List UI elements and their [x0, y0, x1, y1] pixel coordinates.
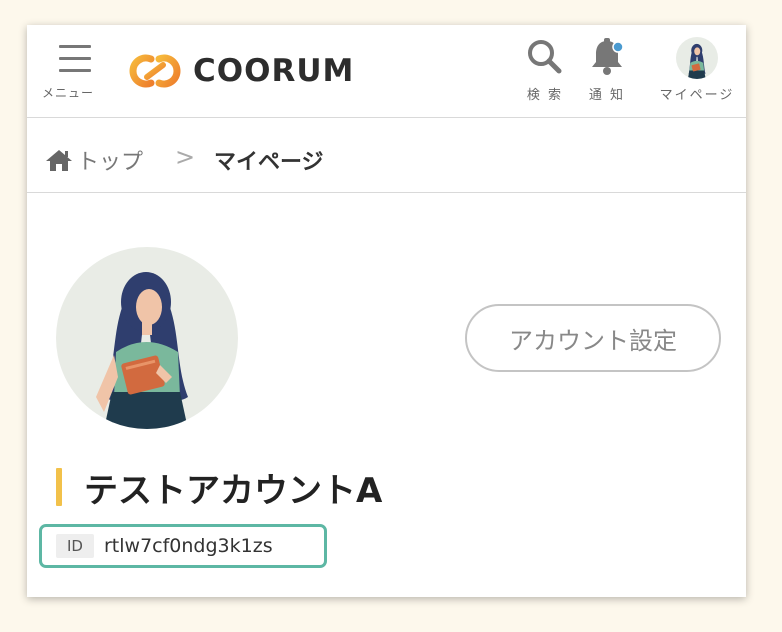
breadcrumb-home-label: トップ	[77, 150, 144, 175]
hamburger-icon	[59, 45, 91, 75]
menu-label: メニュー	[42, 86, 95, 100]
home-icon	[46, 150, 72, 171]
accent-bar	[56, 468, 62, 506]
search-icon	[528, 40, 562, 74]
id-tag: ID	[56, 534, 94, 558]
id-value: rtlw7cf0ndg3k1zs	[103, 535, 273, 557]
breadcrumb-current: マイページ	[214, 150, 324, 175]
mypage-label: マイページ	[659, 88, 735, 103]
notification-button[interactable]: 通 知	[579, 37, 635, 107]
app-header: メニュー COORUM 検 索 通 知 マイページ	[27, 25, 746, 118]
search-label: 検 索	[526, 88, 564, 103]
logo-text: COORUM	[193, 53, 355, 89]
logo-mark-icon	[129, 54, 181, 88]
mypage-button[interactable]: マイページ	[649, 37, 745, 107]
breadcrumb: トップ > マイページ	[27, 118, 746, 193]
search-button[interactable]: 検 索	[517, 37, 573, 107]
page-card: メニュー COORUM 検 索 通 知 マイページ トップ > マイページ アカ…	[27, 25, 746, 597]
bell-icon	[592, 38, 624, 75]
breadcrumb-separator: >	[175, 143, 196, 171]
account-settings-button[interactable]: アカウント設定	[465, 304, 721, 372]
breadcrumb-home-link[interactable]: トップ	[45, 144, 143, 176]
profile-avatar	[56, 247, 238, 429]
account-id-box: ID rtlw7cf0ndg3k1zs	[39, 524, 327, 568]
account-name: テストアカウントA	[84, 470, 383, 511]
coorum-logo[interactable]: COORUM	[125, 49, 354, 93]
avatar	[676, 37, 718, 79]
account-name-row: テストアカウントA	[56, 465, 383, 511]
notification-label: 通 知	[588, 88, 626, 103]
menu-button[interactable]: メニュー	[37, 37, 111, 103]
